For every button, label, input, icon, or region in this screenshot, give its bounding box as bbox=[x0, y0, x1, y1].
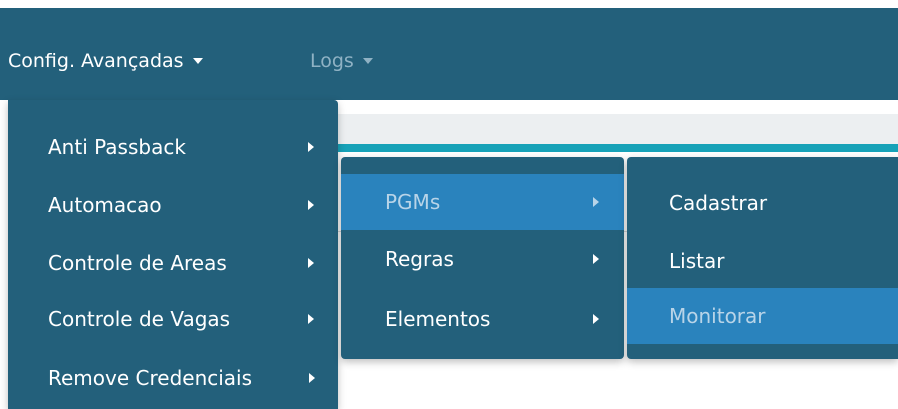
pgms-submenu: Cadastrar Listar Monitorar bbox=[627, 157, 898, 359]
menu-item-label: Controle de Areas bbox=[48, 251, 227, 275]
nav-config-avancadas-label: Config. Avançadas bbox=[8, 50, 184, 72]
menu-item-automacao[interactable]: Automacao bbox=[8, 180, 338, 230]
submenu-item-pgms[interactable]: PGMs bbox=[341, 174, 624, 230]
menu-item-label: Automacao bbox=[48, 193, 162, 217]
automacao-submenu: PGMs Regras Elementos bbox=[341, 157, 624, 359]
accent-line bbox=[338, 144, 898, 152]
menu-item-controle-de-vagas[interactable]: Controle de Vagas bbox=[8, 294, 338, 344]
submenu-item-label: Cadastrar bbox=[669, 191, 768, 215]
chevron-right-icon bbox=[593, 314, 599, 324]
menu-item-label: Controle de Vagas bbox=[48, 307, 231, 331]
submenu-item-elementos[interactable]: Elementos bbox=[341, 294, 624, 344]
menu-item-label: Remove Credenciais bbox=[48, 366, 253, 390]
caret-down-icon bbox=[362, 58, 373, 64]
chevron-right-icon bbox=[309, 373, 315, 383]
content-header-bar bbox=[338, 114, 898, 144]
submenu-item-label: Monitorar bbox=[669, 304, 766, 328]
submenu-item-label: Elementos bbox=[385, 307, 491, 331]
submenu-item-regras[interactable]: Regras bbox=[341, 234, 624, 284]
chevron-right-icon bbox=[593, 254, 599, 264]
top-strip bbox=[0, 0, 898, 8]
submenu-item-cadastrar[interactable]: Cadastrar bbox=[627, 178, 898, 228]
caret-down-icon bbox=[192, 58, 203, 64]
chevron-right-icon bbox=[593, 197, 599, 207]
menu-item-label: Anti Passback bbox=[48, 135, 186, 159]
menu-item-remove-credenciais[interactable]: Remove Credenciais bbox=[8, 353, 338, 403]
menu-item-anti-passback[interactable]: Anti Passback bbox=[8, 122, 338, 172]
navbar: Config. Avançadas Logs bbox=[0, 8, 898, 100]
nav-config-avancadas[interactable]: Config. Avançadas bbox=[8, 50, 203, 72]
chevron-right-icon bbox=[308, 258, 314, 268]
submenu-item-label: Listar bbox=[669, 249, 725, 273]
menu-item-controle-de-areas[interactable]: Controle de Areas bbox=[8, 238, 338, 288]
chevron-right-icon bbox=[308, 200, 314, 210]
submenu-item-label: PGMs bbox=[385, 190, 441, 214]
chevron-right-icon bbox=[308, 142, 314, 152]
submenu-item-label: Regras bbox=[385, 247, 454, 271]
config-avancadas-dropdown: Anti Passback Automacao Controle de Area… bbox=[8, 100, 338, 409]
submenu-item-listar[interactable]: Listar bbox=[627, 236, 898, 286]
submenu-item-monitorar[interactable]: Monitorar bbox=[627, 288, 898, 344]
nav-logs[interactable]: Logs bbox=[310, 50, 373, 72]
nav-logs-label: Logs bbox=[310, 50, 354, 72]
chevron-right-icon bbox=[308, 314, 314, 324]
